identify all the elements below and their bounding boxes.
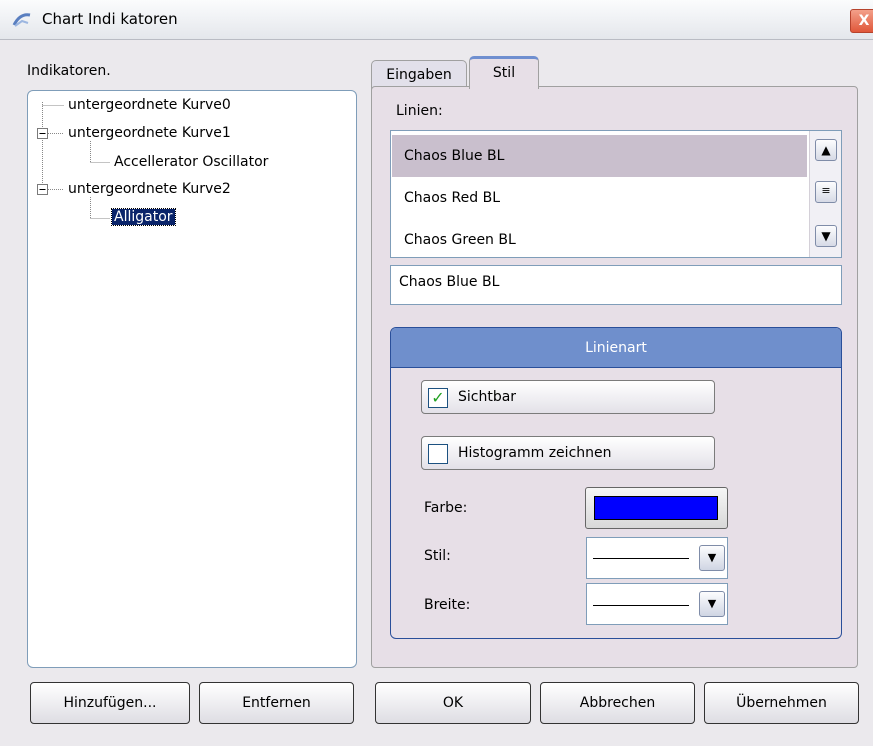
histogram-label: Histogramm zeichnen (458, 445, 612, 461)
remove-button[interactable]: Entfernen (199, 682, 354, 724)
indicators-label: Indikatoren. (27, 63, 111, 79)
scroll-thumb[interactable]: ≡ (815, 181, 837, 203)
tab-stil[interactable]: Stil (469, 56, 539, 89)
color-swatch (594, 496, 718, 520)
line-name-field[interactable]: Chaos Blue BL (390, 265, 842, 305)
line-style-select[interactable]: ▼ (586, 537, 728, 579)
color-label: Farbe: (424, 500, 468, 516)
visible-label: Sichtbar (458, 389, 517, 405)
tree-item-accellerator-oscillator[interactable]: Accellerator Oscillator (114, 154, 268, 170)
visible-checkbox[interactable]: ✓ Sichtbar (421, 380, 715, 414)
group-title: Linienart (391, 328, 841, 368)
tree-item-alligator[interactable]: Alligator (111, 208, 176, 226)
style-label: Stil: (424, 548, 451, 564)
scrollbar[interactable]: ▲ ≡ ▼ (809, 131, 841, 257)
title-bar: Chart Indi katoren X (0, 0, 873, 40)
add-button[interactable]: Hinzufügen... (30, 682, 190, 724)
chevron-down-icon[interactable]: ▼ (699, 591, 725, 617)
collapse-icon[interactable] (37, 128, 48, 139)
ok-button[interactable]: OK (375, 682, 531, 724)
tree-item-kurve2[interactable]: untergeordnete Kurve2 (68, 181, 231, 197)
chevron-up-icon[interactable]: ▲ (815, 139, 837, 161)
list-item-chaos-blue[interactable]: Chaos Blue BL (392, 135, 807, 177)
chevron-down-icon[interactable]: ▼ (699, 545, 725, 571)
window-title: Chart Indi katoren (42, 10, 178, 28)
color-picker-button[interactable] (585, 487, 728, 529)
cancel-button[interactable]: Abbrechen (540, 682, 695, 724)
collapse-icon[interactable] (37, 184, 48, 195)
check-icon[interactable]: ✓ (428, 388, 448, 408)
width-label: Breite: (424, 597, 471, 613)
apply-button[interactable]: Übernehmen (704, 682, 859, 724)
lines-listbox[interactable]: Chaos Blue BL Chaos Red BL Chaos Green B… (390, 130, 842, 258)
line-preview (593, 558, 689, 559)
chart-icon (12, 13, 31, 27)
tree-item-kurve1[interactable]: untergeordnete Kurve1 (68, 125, 231, 141)
chevron-down-icon[interactable]: ▼ (815, 225, 837, 247)
tree-item-kurve0[interactable]: untergeordnete Kurve0 (68, 97, 231, 113)
list-item-chaos-green[interactable]: Chaos Green BL (392, 219, 807, 261)
line-width-select[interactable]: ▼ (586, 583, 728, 625)
line-preview (593, 605, 689, 606)
histogram-checkbox[interactable]: Histogramm zeichnen (421, 436, 715, 470)
lines-label: Linien: (396, 103, 443, 119)
indicator-tree[interactable]: untergeordnete Kurve0 untergeordnete Kur… (27, 90, 357, 668)
list-item-chaos-red[interactable]: Chaos Red BL (392, 177, 807, 219)
close-button[interactable]: X (850, 9, 873, 33)
checkbox-box[interactable] (428, 444, 448, 464)
